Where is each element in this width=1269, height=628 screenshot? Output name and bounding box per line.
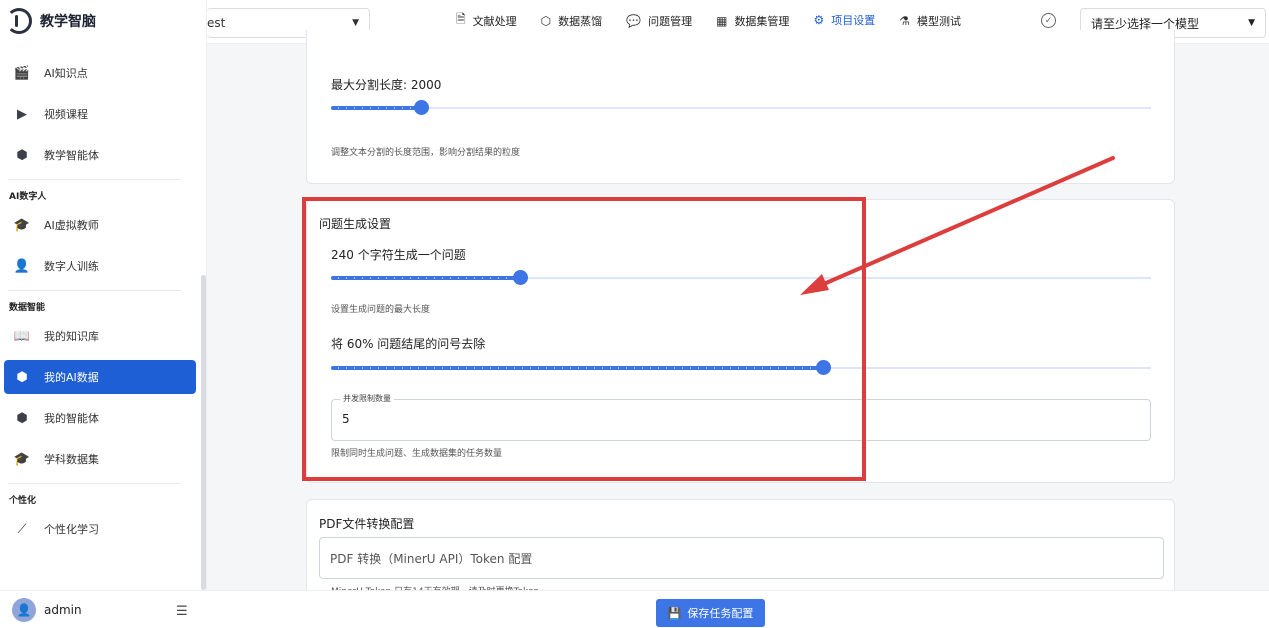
check-circle-icon[interactable]: ✓ — [1041, 13, 1056, 28]
slider-rail — [331, 107, 1151, 109]
sidebar-item-label: AI虚拟教师 — [44, 219, 99, 232]
sidebar-item-label: 数字人训练 — [44, 260, 99, 273]
question-mark-slider[interactable] — [331, 360, 1151, 376]
sidebar-item-label: 学科数据集 — [44, 453, 99, 466]
grid-icon: ▦ — [716, 13, 728, 28]
sidebar-item-label: 我的AI数据 — [44, 371, 99, 384]
save-button-label: 保存任务配置 — [687, 607, 754, 620]
section-personalization: 个性化 — [9, 496, 37, 506]
graduation-cap-icon: 🎓 — [13, 217, 31, 233]
sidebar-item-knowledge-base[interactable]: 📖 我的知识库 — [4, 319, 196, 353]
tab-label: 模型测试 — [916, 14, 961, 28]
slider-marks — [331, 107, 422, 109]
max-split-label: 最大分割长度: 2000 — [331, 78, 442, 92]
clapperboard-icon: 🎬 — [13, 65, 31, 81]
pdf-section-title: PDF文件转换配置 — [319, 517, 415, 531]
concurrency-value: 5 — [342, 412, 350, 426]
avatar[interactable]: 👤 — [12, 597, 36, 622]
concurrency-helper-text: 限制同时生成问题、生成数据集的任务数量 — [331, 449, 503, 459]
pdf-settings-card: PDF文件转换配置 PDF 转换（MinerU API）Token 配置 Min… — [306, 499, 1175, 599]
document-icon: 🗎 — [456, 12, 466, 26]
question-mark-label: 将 60% 问题结尾的问号去除 — [331, 337, 486, 351]
cube-icon: ⬡ — [540, 13, 552, 28]
tab-label: 项目设置 — [831, 13, 876, 27]
split-helper-text: 调整文本分割的长度范围，影响分割结果的粒度 — [331, 148, 521, 158]
sidebar-item-personal-learning[interactable]: ⟋ 个性化学习 — [4, 512, 196, 546]
tab-label: 问题管理 — [648, 14, 693, 28]
brand-name: 教学智脑 — [40, 14, 96, 30]
bottom-bar: 💾 保存任务配置 — [207, 590, 1269, 628]
collapse-sidebar-icon[interactable]: ☰ — [176, 604, 188, 619]
save-task-config-button[interactable]: 💾 保存任务配置 — [656, 599, 765, 627]
slider-thumb[interactable] — [512, 270, 528, 285]
question-section-title: 问题生成设置 — [319, 217, 392, 231]
section-data-intelligence: 数据智能 — [9, 303, 46, 313]
save-icon: 💾 — [667, 606, 682, 620]
mineru-token-input[interactable]: PDF 转换（MinerU API）Token 配置 — [319, 537, 1164, 579]
question-settings-card: 问题生成设置 240 个字符生成一个问题 设置生成问题的最大长度 将 60% 问… — [306, 199, 1175, 483]
sidebar-nav: 🎬 AI知识点 ▶ 视频课程 ⬢ 教学智能体 AI数字人 🎓 AI虚拟教师 👤 … — [0, 56, 200, 553]
play-box-icon: ▶ — [17, 106, 27, 122]
brand-logo-icon — [6, 8, 32, 34]
concurrency-field[interactable]: 并发限制数量 5 — [331, 393, 1151, 441]
sidebar-item-my-ai-data[interactable]: ⬢ 我的AI数据 — [4, 360, 196, 394]
project-select-value: est — [207, 16, 226, 30]
tab-label: 数据蒸馏 — [558, 14, 603, 28]
slider-marks — [331, 367, 823, 369]
person-icon: 👤 — [13, 258, 31, 274]
book-icon: 📖 — [13, 328, 31, 344]
user-bar: 👤 admin ☰ — [0, 590, 207, 628]
gear-icon: ⚙ — [813, 12, 825, 27]
sidebar-item-label: 个性化学习 — [44, 523, 99, 536]
sidebar: 教学智脑 🎬 AI知识点 ▶ 视频课程 ⬢ 教学智能体 AI数字人 🎓 AI虚拟… — [0, 0, 207, 628]
slider-thumb[interactable] — [816, 360, 831, 375]
chars-per-question-label: 240 个字符生成一个问题 — [331, 248, 466, 262]
username: admin — [44, 602, 82, 617]
sidebar-item-digital-training[interactable]: 👤 数字人训练 — [4, 249, 196, 283]
chars-helper-text: 设置生成问题的最大长度 — [331, 305, 431, 315]
sidebar-item-label: 我的智能体 — [44, 412, 99, 425]
cube-icon: ⬢ — [16, 410, 28, 426]
sidebar-item-subject-dataset[interactable]: 🎓 学科数据集 — [4, 442, 196, 476]
sidebar-item-virtual-teacher[interactable]: 🎓 AI虚拟教师 — [4, 208, 196, 242]
sidebar-item-label: AI知识点 — [44, 67, 88, 80]
brand-logo[interactable]: 教学智脑 — [6, 8, 96, 34]
cube-icon: ⬢ — [16, 369, 28, 385]
mineru-token-placeholder: PDF 转换（MinerU API）Token 配置 — [330, 551, 533, 566]
cube-icon: ⬢ — [16, 147, 28, 163]
slider-marks — [331, 277, 520, 279]
slider-thumb[interactable] — [414, 100, 430, 115]
chat-icon: 💬 — [626, 13, 642, 28]
flask-icon: ⚗ — [899, 13, 910, 28]
section-digital-human: AI数字人 — [9, 192, 47, 202]
chars-per-question-slider[interactable] — [331, 270, 1151, 286]
sidebar-item-ai-knowledge[interactable]: 🎬 AI知识点 — [4, 56, 196, 90]
sidebar-item-teaching-agent[interactable]: ⬢ 教学智能体 — [4, 138, 196, 172]
caret-down-icon: ▼ — [352, 18, 359, 28]
sidebar-scrollbar[interactable] — [201, 275, 206, 590]
model-select-value: 请至少选择一个模型 — [1091, 16, 1200, 31]
magic-wand-icon: ⟋ — [17, 521, 27, 537]
graduation-cap-icon: 🎓 — [13, 451, 31, 467]
sidebar-item-video-course[interactable]: ▶ 视频课程 — [4, 97, 196, 131]
sidebar-item-label: 教学智能体 — [44, 149, 99, 162]
caret-down-icon: ▼ — [1248, 18, 1255, 28]
split-settings-card: 最大分割长度: 2000 调整文本分割的长度范围，影响分割结果的粒度 — [306, 30, 1175, 184]
concurrency-legend: 并发限制数量 — [340, 393, 394, 404]
sidebar-item-label: 视频课程 — [44, 108, 88, 121]
max-split-slider[interactable] — [331, 100, 1151, 116]
sidebar-item-my-agent[interactable]: ⬢ 我的智能体 — [4, 401, 196, 435]
tab-label: 数据集管理 — [734, 14, 790, 28]
sidebar-item-label: 我的知识库 — [44, 330, 99, 343]
tab-label: 文献处理 — [472, 14, 517, 28]
